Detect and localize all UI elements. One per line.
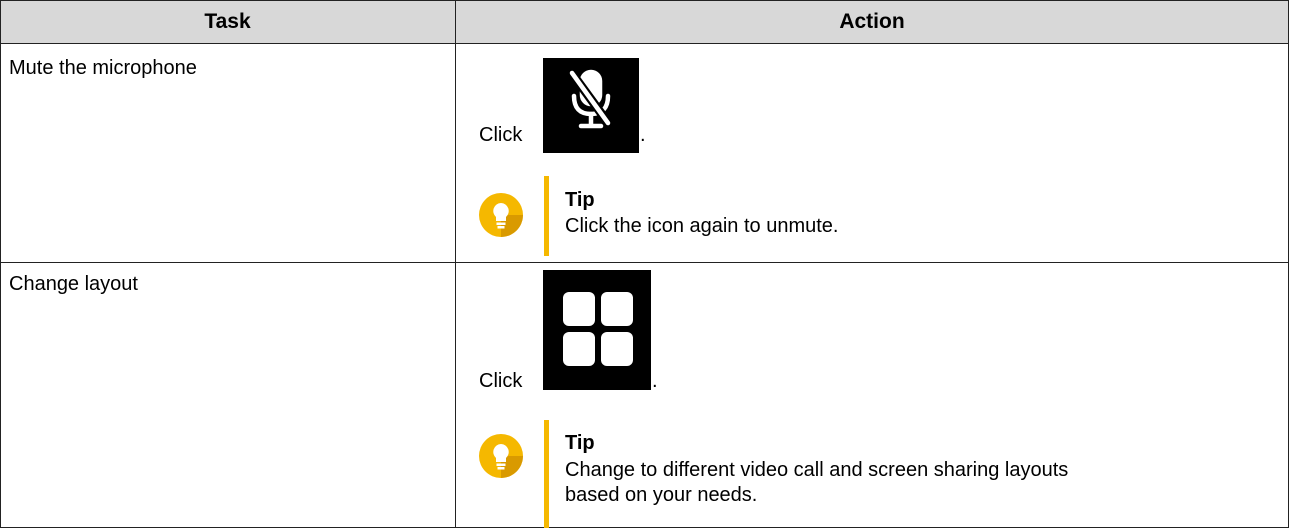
tip-text: Click the icon again to unmute. (565, 215, 839, 237)
tip-title: Tip (565, 432, 595, 454)
tip-accent-bar (544, 420, 549, 528)
grid-layout-icon[interactable] (543, 270, 651, 390)
task-cell-layout: Change layout (9, 273, 138, 295)
table-border-top (0, 0, 1289, 1)
tip-text: Change to different video call and scree… (565, 459, 1069, 506)
microphone-muted-icon[interactable] (543, 58, 639, 153)
tip-title: Tip (565, 189, 595, 211)
task-action-table: Task Action Mute the microphone Click . (0, 0, 1289, 528)
action-click-label: Click (479, 124, 523, 146)
table-row-divider (0, 262, 1289, 263)
table-column-divider (455, 0, 456, 528)
table-header-divider (0, 43, 1289, 44)
tip-lightbulb-icon (479, 434, 523, 478)
tip-lightbulb-icon (479, 193, 523, 237)
task-cell-mute: Mute the microphone (9, 57, 197, 79)
header-action: Action (455, 0, 1289, 43)
action-click-period: . (640, 124, 646, 146)
header-task: Task (0, 0, 455, 43)
table-border-left (0, 0, 1, 528)
action-click-label: Click (479, 370, 523, 392)
tip-accent-bar (544, 176, 549, 256)
action-click-period: . (652, 370, 658, 392)
